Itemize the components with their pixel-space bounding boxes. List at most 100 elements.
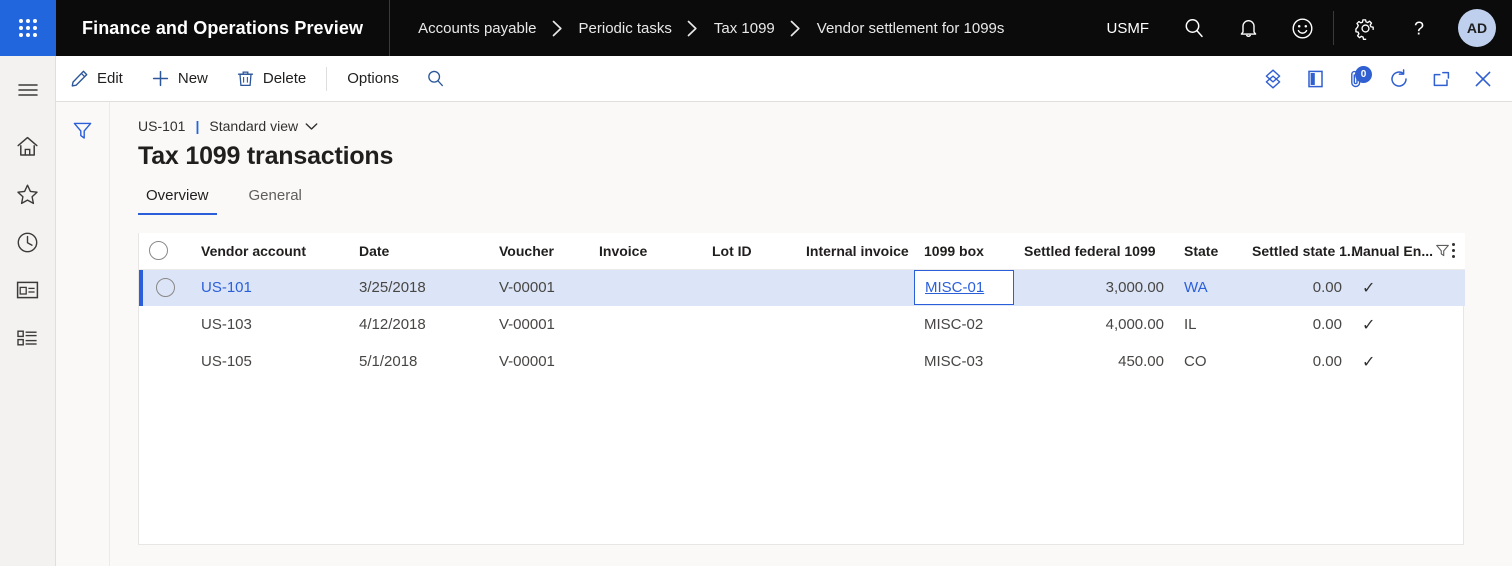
view-selector[interactable]: Standard view [209, 118, 318, 134]
column-header-manual-entry[interactable]: Manual En... [1351, 233, 1465, 270]
1099-box-link[interactable]: MISC-01 [925, 279, 984, 296]
cell-1099-box[interactable]: MISC-03 [914, 343, 1014, 380]
waffle-menu-button[interactable] [0, 0, 56, 56]
cell-1099-box-active[interactable]: MISC-01 [914, 269, 1014, 306]
help-question-icon[interactable]: ? [1392, 0, 1446, 56]
notifications-icon[interactable] [1221, 0, 1275, 56]
filter-pane-icon[interactable] [65, 114, 101, 146]
settings-gear-icon[interactable] [1338, 0, 1392, 56]
breadcrumb-item-1[interactable]: Periodic tasks [575, 20, 676, 37]
cell-settled-state[interactable]: 0.00 [1242, 343, 1352, 380]
row-select-cell[interactable] [139, 343, 191, 380]
options-button[interactable]: Options [333, 56, 413, 102]
cell-settled-state[interactable]: 0.00 [1242, 306, 1352, 343]
cell-manual-entry[interactable]: ✓ [1352, 269, 1465, 306]
row-select-cell[interactable] [139, 269, 191, 306]
column-header-date[interactable]: Date [349, 233, 489, 270]
sidebar-item-home[interactable] [0, 122, 56, 170]
waffle-icon [19, 19, 37, 37]
left-navigation-rail [0, 56, 56, 566]
cell-date[interactable]: 3/25/2018 [349, 269, 489, 306]
cell-settled-federal-1099[interactable]: 4,000.00 [1014, 306, 1174, 343]
tab-general[interactable]: General [241, 187, 310, 215]
state-link[interactable]: WA [1184, 279, 1208, 296]
column-header-invoice[interactable]: Invoice [589, 233, 702, 270]
cell-vendor-account[interactable]: US-105 [191, 343, 349, 380]
refresh-icon[interactable] [1378, 56, 1420, 102]
cell-lot-id[interactable] [702, 343, 796, 380]
edit-button[interactable]: Edit [56, 56, 137, 102]
tab-overview[interactable]: Overview [138, 187, 217, 215]
column-header-1099-box[interactable]: 1099 box [914, 233, 1014, 270]
feedback-smiley-icon[interactable] [1275, 0, 1329, 56]
view-selector-label: Standard view [209, 118, 299, 134]
avatar[interactable]: AD [1458, 9, 1496, 47]
select-all-radio[interactable] [149, 241, 168, 261]
cell-state[interactable]: IL [1174, 306, 1242, 343]
toolbar-search-icon[interactable] [413, 56, 459, 102]
column-header-internal-invoice[interactable]: Internal invoice [796, 233, 914, 270]
sidebar-item-modules[interactable] [0, 314, 56, 362]
row-select-radio[interactable] [155, 278, 175, 297]
cell-voucher[interactable]: V-00001 [489, 269, 589, 306]
cell-lot-id[interactable] [702, 306, 796, 343]
cell-invoice[interactable] [589, 269, 702, 306]
sidebar-item-favorites[interactable] [0, 170, 56, 218]
cell-settled-state[interactable]: 0.00 [1242, 269, 1352, 306]
row-select-cell[interactable] [139, 306, 191, 343]
cell-internal-invoice[interactable] [796, 269, 914, 306]
company-selector[interactable]: USMF [1089, 20, 1168, 37]
cell-invoice[interactable] [589, 306, 702, 343]
column-header-settled-state[interactable]: Settled state 1... [1242, 233, 1359, 270]
cell-internal-invoice[interactable] [796, 343, 914, 380]
transactions-grid: Vendor account Date Voucher Invoice Lot … [138, 233, 1465, 545]
sidebar-item-workspaces[interactable] [0, 266, 56, 314]
column-header-settled-federal-1099[interactable]: Settled federal 1099 [1014, 233, 1174, 270]
breadcrumb-item-2[interactable]: Tax 1099 [710, 20, 779, 37]
cell-state[interactable]: WA [1174, 269, 1242, 306]
grid-options-icon[interactable] [1452, 236, 1455, 266]
pencil-edit-icon [70, 69, 89, 88]
breadcrumb-item-3[interactable]: Vendor settlement for 1099s [813, 20, 1009, 37]
column-header-state[interactable]: State [1174, 233, 1242, 270]
cell-1099-box[interactable]: MISC-02 [914, 306, 1014, 343]
open-in-new-window-icon[interactable] [1420, 56, 1462, 102]
breadcrumb-item-0[interactable]: Accounts payable [414, 20, 540, 37]
column-header-select[interactable] [139, 233, 191, 270]
cell-date[interactable]: 5/1/2018 [349, 343, 489, 380]
attach-gem-icon[interactable] [1252, 56, 1294, 102]
search-icon[interactable] [1167, 0, 1221, 56]
column-filter-icon[interactable] [1435, 236, 1450, 266]
cell-voucher[interactable]: V-00001 [489, 306, 589, 343]
active-cell-editor[interactable]: MISC-01 [914, 270, 1014, 305]
cell-vendor-account[interactable]: US-101 [191, 269, 349, 306]
close-icon[interactable] [1462, 56, 1504, 102]
delete-button[interactable]: Delete [222, 56, 320, 102]
cell-manual-entry[interactable]: ✓ [1352, 306, 1465, 343]
sidebar-item-recent[interactable] [0, 218, 56, 266]
cell-vendor-account[interactable]: US-103 [191, 306, 349, 343]
cell-date[interactable]: 4/12/2018 [349, 306, 489, 343]
cell-invoice[interactable] [589, 343, 702, 380]
cell-settled-federal-1099[interactable]: 3,000.00 [1014, 269, 1174, 306]
workspaces-icon [16, 281, 39, 299]
cell-state[interactable]: CO [1174, 343, 1242, 380]
column-header-voucher[interactable]: Voucher [489, 233, 589, 270]
new-button[interactable]: New [137, 56, 222, 102]
attachments-icon[interactable]: 0 [1336, 56, 1378, 102]
cell-voucher[interactable]: V-00001 [489, 343, 589, 380]
cell-settled-federal-1099[interactable]: 450.00 [1014, 343, 1174, 380]
office-app-icon[interactable] [1294, 56, 1336, 102]
table-row[interactable]: US-105 5/1/2018 V-00001 MISC-03 450.00 C… [139, 343, 1465, 380]
page-tabs: Overview General [138, 187, 1512, 215]
column-header-manual-entry-label: Manual En... [1351, 242, 1433, 259]
table-row[interactable]: US-101 3/25/2018 V-00001 MISC-01 3,000.0… [139, 269, 1465, 306]
vendor-account-link[interactable]: US-101 [201, 279, 252, 296]
sidebar-item-hamburger-menu[interactable] [0, 66, 56, 114]
cell-lot-id[interactable] [702, 269, 796, 306]
cell-internal-invoice[interactable] [796, 306, 914, 343]
cell-manual-entry[interactable]: ✓ [1352, 343, 1465, 380]
table-row[interactable]: US-103 4/12/2018 V-00001 MISC-02 4,000.0… [139, 306, 1465, 343]
column-header-vendor-account[interactable]: Vendor account [191, 233, 349, 270]
column-header-lot-id[interactable]: Lot ID [702, 233, 796, 270]
